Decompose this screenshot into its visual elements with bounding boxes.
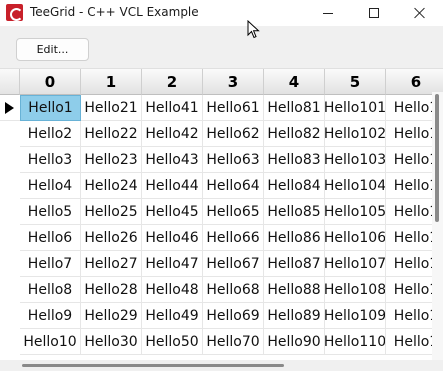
grid-cell[interactable]: Hello90 bbox=[264, 329, 325, 355]
grid-cell[interactable]: Hello68 bbox=[203, 277, 264, 303]
grid-cell[interactable]: Hello102 bbox=[325, 121, 386, 147]
grid-cell[interactable]: Hello63 bbox=[203, 147, 264, 173]
table-row[interactable]: Hello9 Hello29 Hello49 Hello69 Hello89 Hello1… bbox=[20, 303, 443, 329]
row-indicator[interactable] bbox=[0, 95, 20, 121]
grid-cell[interactable]: Hello50 bbox=[142, 329, 203, 355]
column-header[interactable]: 3 bbox=[203, 69, 264, 95]
grid-cell[interactable]: Hello7 bbox=[20, 251, 81, 277]
mouse-cursor-icon bbox=[247, 20, 260, 39]
grid-corner[interactable] bbox=[0, 69, 20, 95]
grid-cell[interactable]: Hello83 bbox=[264, 147, 325, 173]
grid-cell[interactable]: Hello61 bbox=[203, 95, 264, 121]
grid-cell[interactable]: Hello6 bbox=[20, 225, 81, 251]
grid-cell[interactable]: Hello47 bbox=[142, 251, 203, 277]
app-window: TeeGrid - C++ VCL Example Edit... 0 1 2 … bbox=[0, 0, 443, 371]
table-row[interactable]: Hello3 Hello23 Hello43 Hello63 Hello83 Hello1… bbox=[20, 147, 443, 173]
minimize-button[interactable] bbox=[305, 0, 351, 26]
grid-cell[interactable]: Hello22 bbox=[81, 121, 142, 147]
tee-grid[interactable]: 0 1 2 3 4 5 6 Hello1 Hello21 Hello41 Hello6… bbox=[0, 68, 443, 360]
grid-cell[interactable]: Hello26 bbox=[81, 225, 142, 251]
grid-cell[interactable]: Hello25 bbox=[81, 199, 142, 225]
table-row[interactable]: Hello5 Hello25 Hello45 Hello65 Hello85 Hello1… bbox=[20, 199, 443, 225]
grid-cell[interactable]: Hello85 bbox=[264, 199, 325, 225]
close-button[interactable] bbox=[397, 0, 443, 26]
grid-cell[interactable]: Hello48 bbox=[142, 277, 203, 303]
table-row[interactable]: Hello7 Hello27 Hello47 Hello67 Hello87 Hello1… bbox=[20, 251, 443, 277]
table-row[interactable]: Hello4 Hello24 Hello44 Hello64 Hello84 Hello1… bbox=[20, 173, 443, 199]
grid-cell[interactable]: Hello103 bbox=[325, 147, 386, 173]
grid-cell[interactable]: Hello107 bbox=[325, 251, 386, 277]
app-icon[interactable] bbox=[6, 4, 23, 21]
grid-cell[interactable]: Hello8 bbox=[20, 277, 81, 303]
grid-cell[interactable]: Hello10 bbox=[20, 329, 81, 355]
minimize-icon bbox=[323, 12, 333, 14]
grid-cell[interactable]: Hello41 bbox=[142, 95, 203, 121]
grid-cell[interactable]: Hello2 bbox=[20, 121, 81, 147]
table-row[interactable]: Hello1 Hello21 Hello41 Hello61 Hello81 Hello1… bbox=[20, 95, 443, 121]
horizontal-scrollbar[interactable] bbox=[0, 360, 443, 371]
vertical-scrollbar[interactable] bbox=[432, 92, 443, 360]
grid-cell[interactable]: Hello65 bbox=[203, 199, 264, 225]
grid-header-row: 0 1 2 3 4 5 6 bbox=[0, 69, 443, 95]
grid-cell[interactable]: Hello105 bbox=[325, 199, 386, 225]
column-header[interactable]: 5 bbox=[325, 69, 386, 95]
table-row[interactable]: Hello6 Hello26 Hello46 Hello66 Hello86 Hello1… bbox=[20, 225, 443, 251]
grid-cell[interactable]: Hello86 bbox=[264, 225, 325, 251]
grid-cell[interactable]: Hello88 bbox=[264, 277, 325, 303]
grid-cell[interactable]: Hello84 bbox=[264, 173, 325, 199]
grid-cell[interactable]: Hello66 bbox=[203, 225, 264, 251]
grid-cell[interactable]: Hello43 bbox=[142, 147, 203, 173]
column-header[interactable]: 4 bbox=[264, 69, 325, 95]
column-header[interactable]: 1 bbox=[81, 69, 142, 95]
grid-cell[interactable]: Hello67 bbox=[203, 251, 264, 277]
column-header[interactable]: 2 bbox=[142, 69, 203, 95]
grid-cell[interactable]: Hello104 bbox=[325, 173, 386, 199]
grid-cell[interactable]: Hello46 bbox=[142, 225, 203, 251]
grid-cell[interactable]: Hello5 bbox=[20, 199, 81, 225]
grid-cell[interactable]: Hello62 bbox=[203, 121, 264, 147]
grid-cell[interactable]: Hello27 bbox=[81, 251, 142, 277]
grid-cell[interactable]: Hello101 bbox=[325, 95, 386, 121]
maximize-icon bbox=[369, 8, 379, 18]
title-bar[interactable]: TeeGrid - C++ VCL Example bbox=[0, 0, 443, 26]
edit-button[interactable]: Edit... bbox=[16, 38, 89, 61]
grid-cell[interactable]: Hello108 bbox=[325, 277, 386, 303]
grid-cell[interactable]: Hello49 bbox=[142, 303, 203, 329]
maximize-button[interactable] bbox=[351, 0, 397, 26]
grid-cell[interactable]: Hello24 bbox=[81, 173, 142, 199]
table-row[interactable]: Hello8 Hello28 Hello48 Hello68 Hello88 Hello1… bbox=[20, 277, 443, 303]
grid-cell[interactable]: Hello23 bbox=[81, 147, 142, 173]
grid-cell[interactable]: Hello81 bbox=[264, 95, 325, 121]
horizontal-scroll-thumb[interactable] bbox=[22, 364, 284, 367]
column-header[interactable]: 0 bbox=[20, 69, 81, 95]
grid-cell[interactable]: Hello42 bbox=[142, 121, 203, 147]
grid-cell[interactable]: Hello4 bbox=[20, 173, 81, 199]
grid-cell[interactable]: Hello9 bbox=[20, 303, 81, 329]
grid-cell[interactable]: Hello44 bbox=[142, 173, 203, 199]
grid-cell[interactable]: Hello30 bbox=[81, 329, 142, 355]
grid-cell[interactable]: Hello109 bbox=[325, 303, 386, 329]
grid-cell[interactable]: Hello89 bbox=[264, 303, 325, 329]
close-icon bbox=[414, 7, 426, 19]
grid-cell[interactable]: Hello82 bbox=[264, 121, 325, 147]
grid-cell[interactable]: Hello64 bbox=[203, 173, 264, 199]
grid-cell[interactable]: Hello28 bbox=[81, 277, 142, 303]
grid-cell[interactable]: Hello106 bbox=[325, 225, 386, 251]
grid-cell[interactable]: Hello3 bbox=[20, 147, 81, 173]
grid-cell[interactable]: Hello45 bbox=[142, 199, 203, 225]
grid-cell[interactable]: Hello69 bbox=[203, 303, 264, 329]
window-title: TeeGrid - C++ VCL Example bbox=[30, 5, 199, 19]
grid-cell[interactable]: Hello29 bbox=[81, 303, 142, 329]
grid-cell[interactable]: Hello87 bbox=[264, 251, 325, 277]
row-indicator-arrow-icon bbox=[5, 102, 14, 114]
grid-cell[interactable]: Hello21 bbox=[81, 95, 142, 121]
grid-cell[interactable]: Hello110 bbox=[325, 329, 386, 355]
grid-cell[interactable]: Hello70 bbox=[203, 329, 264, 355]
table-row[interactable]: Hello10 Hello30 Hello50 Hello70 Hello90 Hello… bbox=[20, 329, 443, 355]
grid-cell-selected[interactable]: Hello1 bbox=[20, 95, 81, 121]
vertical-scroll-thumb[interactable] bbox=[435, 94, 439, 222]
table-row[interactable]: Hello2 Hello22 Hello42 Hello62 Hello82 Hello1… bbox=[20, 121, 443, 147]
